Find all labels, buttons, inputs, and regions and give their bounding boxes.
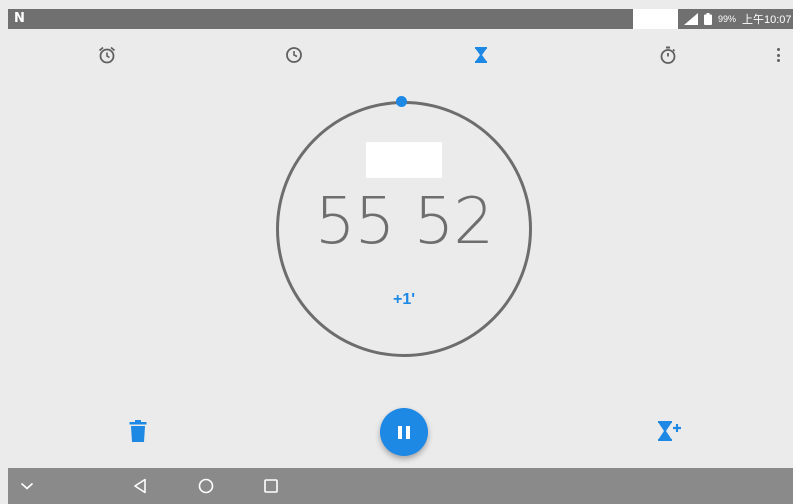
hide-nav-button[interactable] (17, 476, 37, 496)
clock-icon (286, 47, 302, 63)
status-bar-gap (633, 9, 678, 29)
signal-icon (684, 13, 698, 25)
add-timer-button[interactable] (656, 419, 684, 443)
navigation-bar (8, 468, 793, 504)
delete-timer-button[interactable] (128, 419, 148, 443)
home-icon (198, 478, 214, 494)
battery-percent: 99% (718, 14, 737, 24)
timer-progress-dot (396, 96, 407, 107)
battery-icon (704, 13, 712, 25)
hourglass-icon (475, 47, 487, 63)
alarm-icon (98, 46, 116, 64)
tab-clock[interactable] (282, 43, 306, 67)
add-timer-icon (658, 421, 681, 441)
status-time: 上午10:07 (742, 14, 792, 26)
timer-label-field[interactable] (366, 142, 442, 178)
tab-bar (0, 35, 793, 75)
pause-icon (398, 425, 402, 439)
tab-alarm[interactable] (95, 43, 119, 67)
notification-icon: N (14, 11, 25, 26)
add-minute-button[interactable]: +1' (376, 291, 432, 309)
pause-button[interactable] (380, 408, 428, 456)
recents-icon (264, 479, 278, 493)
back-icon (134, 478, 146, 494)
more-options-icon[interactable] (768, 45, 788, 65)
status-bar-right: 99% 上午10:07 (678, 9, 793, 29)
tab-stopwatch[interactable] (656, 43, 680, 67)
stopwatch-icon (660, 46, 676, 64)
timer-time-display[interactable]: 55 52 (276, 190, 532, 254)
trash-icon (129, 420, 147, 442)
chevron-down-icon (20, 482, 34, 490)
status-bar: N (8, 9, 633, 29)
home-button[interactable] (196, 476, 216, 496)
tab-timer[interactable] (469, 43, 493, 67)
recents-button[interactable] (261, 476, 281, 496)
back-button[interactable] (130, 476, 150, 496)
